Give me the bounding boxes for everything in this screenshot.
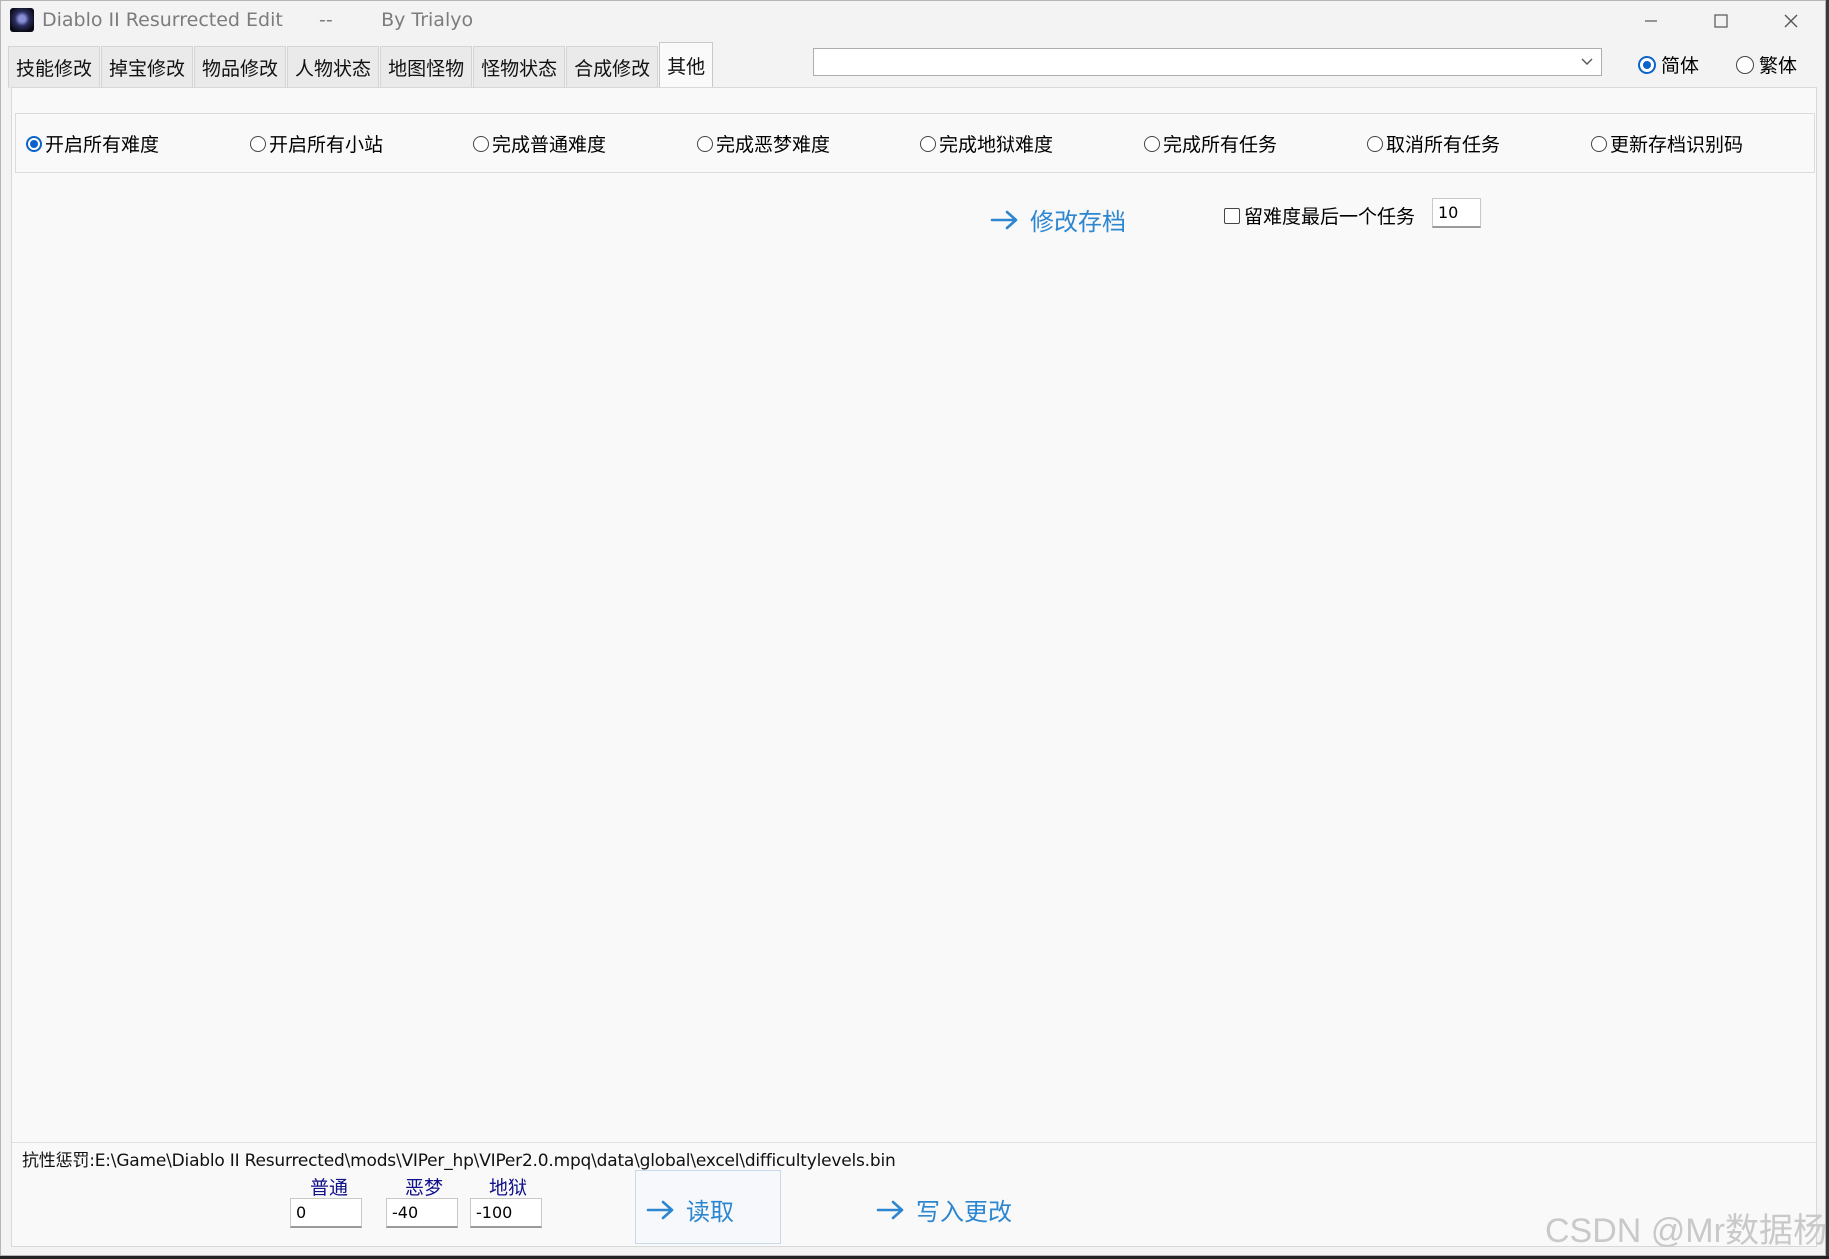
app-logo-icon [10,8,34,32]
option-unlock-all-waypoints[interactable]: 开启所有小站 [250,130,383,157]
radio-indicator [1367,135,1383,152]
option-complete-normal[interactable]: 完成普通难度 [473,130,606,157]
option-label: 完成普通难度 [492,134,607,156]
option-label: 开启所有小站 [269,134,384,156]
option-complete-nightmare[interactable]: 完成恶梦难度 [697,130,830,157]
keep-last-quest-label: 留难度最后一个任务 [1244,206,1416,228]
save-options-group: 开启所有难度 开启所有小站 完成普通难度 完成恶梦难度 完成地狱难度 完成所有任… [15,113,1815,173]
nightmare-resist-input[interactable]: -40 [386,1198,458,1228]
arrow-right-icon [990,210,1018,229]
radio-indicator [250,135,266,152]
option-complete-all-quests[interactable]: 完成所有任务 [1144,130,1277,157]
title-bar[interactable]: Diablo II Resurrected Edit -- By Trialyo [1,1,1825,41]
option-complete-hell[interactable]: 完成地狱难度 [920,130,1053,157]
modify-save-label: 修改存档 [1030,208,1126,236]
maximize-button[interactable] [1686,1,1756,41]
app-window: Diablo II Resurrected Edit -- By Trialyo… [0,0,1826,1256]
nightmare-label: 恶梦 [405,1177,444,1199]
tab-bar: 技能修改 掉宝修改 物品修改 人物状态 地图怪物 怪物状态 合成修改 其他 [8,42,714,88]
tab-item-edit[interactable]: 物品修改 [194,46,287,88]
write-changes-label: 写入更改 [916,1198,1012,1226]
tab-monster-status[interactable]: 怪物状态 [473,46,566,88]
radio-indicator [920,135,936,152]
arrow-right-icon [646,1200,674,1219]
lang-simplified-radio[interactable]: 简体 [1638,51,1699,78]
quest-count-input[interactable]: 10 [1432,198,1481,228]
option-label: 完成所有任务 [1163,134,1278,156]
minimize-icon [1645,20,1657,22]
modify-save-button[interactable]: 修改存档 [990,202,1126,237]
radio-indicator [473,135,489,152]
write-changes-button[interactable]: 写入更改 [876,1192,1012,1227]
minimize-button[interactable] [1616,1,1686,41]
radio-indicator [1144,135,1160,152]
arrow-right-icon [876,1200,904,1219]
option-update-save-id[interactable]: 更新存档识别码 [1591,130,1743,157]
divider [12,1142,1816,1143]
read-button[interactable]: 读取 [646,1192,734,1227]
option-label: 取消所有任务 [1386,134,1501,156]
tab-other[interactable]: 其他 [659,42,714,88]
option-cancel-all-quests[interactable]: 取消所有任务 [1367,130,1500,157]
lang-traditional-radio[interactable]: 繁体 [1736,51,1797,78]
file-combo-box[interactable] [813,48,1602,76]
checkbox-indicator [1224,207,1240,224]
lang-simplified-label: 简体 [1661,55,1700,77]
tab-skill-edit[interactable]: 技能修改 [8,46,101,88]
window-title: Diablo II Resurrected Edit -- By Trialyo [42,9,474,31]
other-tab-panel: 开启所有难度 开启所有小站 完成普通难度 完成恶梦难度 完成地狱难度 完成所有任… [11,87,1817,1247]
resistance-file-path: 抗性惩罚:E:\Game\Diablo II Resurrected\mods\… [22,1151,896,1171]
maximize-icon [1714,14,1728,28]
tab-craft-edit[interactable]: 合成修改 [566,46,659,88]
tab-character-status[interactable]: 人物状态 [287,46,380,88]
close-icon [1784,14,1798,28]
close-button[interactable] [1756,1,1826,41]
watermark-text: CSDN @Mr数据杨 [1545,1212,1827,1250]
tab-drop-edit[interactable]: 掉宝修改 [101,46,194,88]
option-label: 完成地狱难度 [939,134,1054,156]
radio-indicator [1638,55,1656,74]
normal-label: 普通 [310,1177,349,1199]
option-unlock-all-difficulties[interactable]: 开启所有难度 [26,130,159,157]
hell-label: 地狱 [489,1177,528,1199]
option-label: 完成恶梦难度 [716,134,831,156]
radio-indicator [1591,135,1607,152]
radio-indicator [697,135,713,152]
hell-resist-input[interactable]: -100 [470,1198,542,1228]
radio-indicator [1736,55,1754,74]
option-label: 开启所有难度 [45,134,160,156]
read-label: 读取 [686,1198,734,1226]
keep-last-quest-checkbox[interactable]: 留难度最后一个任务 [1224,202,1415,229]
chevron-down-icon [1581,58,1593,65]
normal-resist-input[interactable]: 0 [290,1198,362,1228]
lang-traditional-label: 繁体 [1759,55,1798,77]
option-label: 更新存档识别码 [1610,134,1744,156]
radio-indicator [26,135,42,152]
tab-map-monsters[interactable]: 地图怪物 [380,46,473,88]
